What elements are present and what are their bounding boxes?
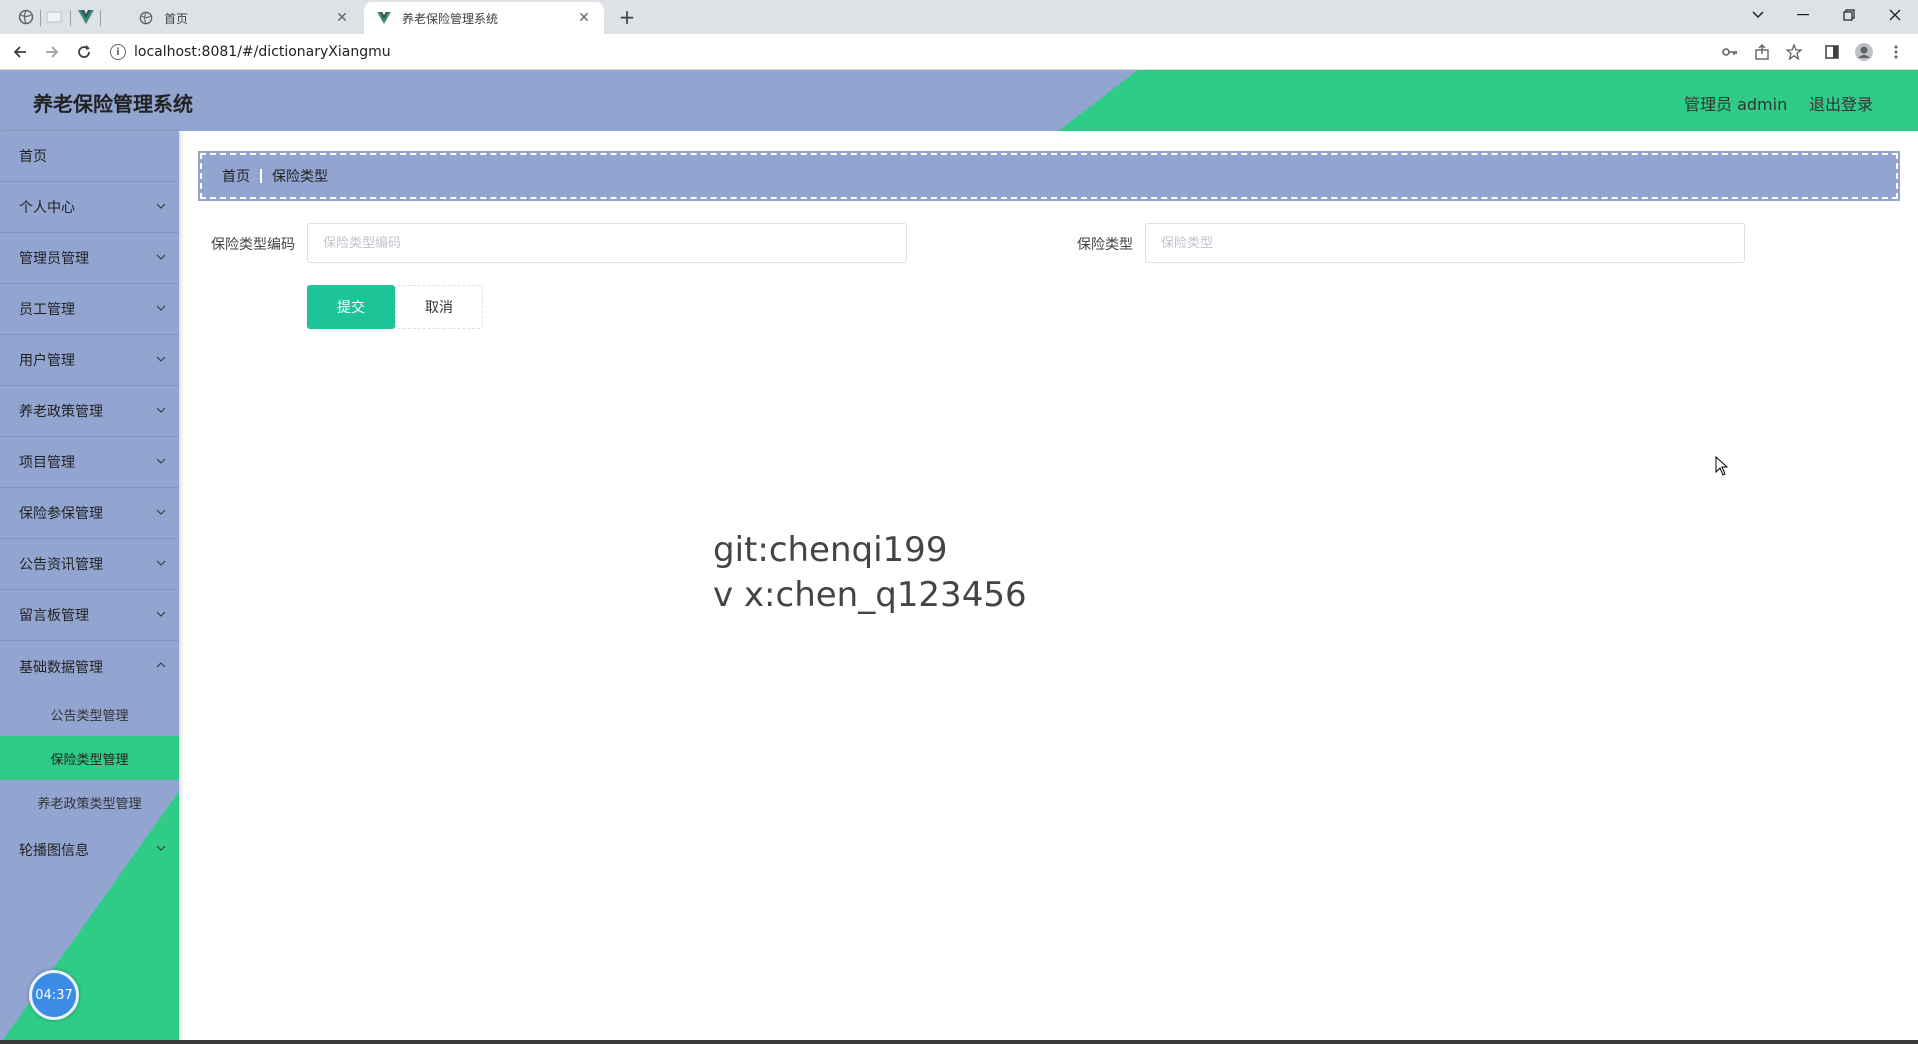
sidebar-item-label: 基础数据管理 — [19, 659, 103, 676]
sidebar-item-personal-center[interactable]: 个人中心 — [0, 182, 179, 233]
logout-link[interactable]: 退出登录 — [1809, 91, 1873, 115]
header-decoration — [1058, 70, 1918, 131]
url-text: localhost:8081/#/dictionaryXiangmu — [134, 44, 391, 60]
browser-toolbar: i localhost:8081/#/dictionaryXiangmu — [0, 34, 1918, 70]
back-arrow-icon[interactable] — [8, 40, 32, 64]
profile-avatar-icon[interactable] — [1854, 42, 1874, 62]
app-title: 养老保险管理系统 — [33, 92, 193, 116]
sidebar-item-message-board[interactable]: 留言板管理 — [0, 590, 179, 641]
clock-widget: 04:37 — [29, 970, 79, 1020]
taskbar-edge — [0, 1040, 1918, 1044]
sidebar-item-label: 轮播图信息 — [19, 842, 89, 859]
sidebar-item-insurance-enrollment[interactable]: 保险参保管理 — [0, 488, 179, 539]
side-panel-icon[interactable] — [1822, 42, 1842, 62]
reload-icon[interactable] — [72, 40, 96, 64]
sidebar-item-pension-policy[interactable]: 养老政策管理 — [0, 386, 179, 437]
sidebar-item-employee-management[interactable]: 员工管理 — [0, 284, 179, 335]
chevron-down-icon — [156, 356, 166, 362]
chevron-down-icon — [156, 560, 166, 566]
sidebar-item-base-data[interactable]: 基础数据管理 — [0, 641, 179, 692]
sidebar-item-label: 个人中心 — [19, 200, 75, 216]
cancel-button[interactable]: 取消 — [395, 285, 483, 329]
vue-icon — [376, 10, 392, 26]
tab-title: 首页 — [164, 11, 189, 26]
clock-time: 04:37 — [35, 987, 73, 1003]
bookmark-star-icon[interactable] — [1784, 42, 1804, 62]
breadcrumb-separator — [260, 169, 262, 183]
tab-app[interactable]: 养老保险管理系统 ✕ — [364, 2, 604, 34]
sidebar-item-home[interactable]: 首页 — [0, 131, 179, 182]
tab-title: 养老保险管理系统 — [402, 11, 499, 26]
browser-tab-bar: 首页 ✕ 养老保险管理系统 ✕ + — [0, 0, 1918, 34]
chevron-down-icon — [156, 407, 166, 413]
sidebar-item-label: 首页 — [19, 149, 47, 165]
pinned-tab-blank-icon[interactable] — [44, 7, 64, 27]
sidebar: 首页 个人中心 管理员管理 员工管理 用户管理 养老政策管理 项目管理 保险参保… — [0, 131, 179, 1044]
sidebar-item-label: 公告资讯管理 — [19, 557, 103, 573]
app-header: 养老保险管理系统 管理员 admin 退出登录 — [0, 70, 1918, 131]
watermark-line-1: git:chenqi199 — [713, 530, 948, 570]
close-tab-icon[interactable]: ✕ — [334, 10, 350, 26]
chevron-down-icon — [156, 305, 166, 311]
breadcrumb: 首页 保险类型 — [198, 151, 1900, 201]
insurance-type-input[interactable] — [1145, 223, 1745, 263]
chevron-up-icon — [156, 662, 166, 668]
sidebar-item-carousel[interactable]: 轮播图信息 — [0, 824, 179, 875]
submenu-item-label: 公告类型管理 — [50, 708, 129, 724]
sidebar-item-admin-management[interactable]: 管理员管理 — [0, 233, 179, 284]
watermark-line-2: v x:chen_q123456 — [713, 575, 1027, 615]
globe-icon — [138, 10, 154, 26]
chevron-down-icon — [156, 203, 166, 209]
sidebar-item-label: 用户管理 — [19, 353, 75, 369]
chevron-down-icon — [156, 509, 166, 515]
watermark-text: git:chenqi199 v x:chen_q123456 — [713, 528, 1027, 618]
breadcrumb-home[interactable]: 首页 — [222, 166, 250, 186]
tab-search-chevron-icon[interactable] — [1735, 0, 1781, 30]
insurance-type-label: 保险类型 — [1077, 237, 1133, 253]
key-icon[interactable] — [1720, 42, 1740, 62]
submenu-item-insurance-type[interactable]: 保险类型管理 — [0, 736, 179, 780]
chevron-down-icon — [156, 458, 166, 464]
minimize-button[interactable] — [1780, 0, 1826, 30]
chevron-down-icon — [156, 845, 166, 851]
restore-button[interactable] — [1826, 0, 1872, 30]
sidebar-item-label: 保险参保管理 — [19, 506, 103, 522]
submenu-item-label: 养老政策类型管理 — [37, 796, 142, 812]
submit-button[interactable]: 提交 — [307, 285, 395, 329]
sidebar-item-project-management[interactable]: 项目管理 — [0, 437, 179, 488]
tab-home[interactable]: 首页 ✕ — [126, 2, 362, 34]
sidebar-item-label: 项目管理 — [19, 455, 75, 471]
sidebar-item-label: 养老政策管理 — [19, 404, 103, 420]
breadcrumb-current: 保险类型 — [272, 169, 328, 185]
sidebar-item-user-management[interactable]: 用户管理 — [0, 335, 179, 386]
submenu-item-policy-type[interactable]: 养老政策类型管理 — [0, 780, 179, 824]
forward-arrow-icon[interactable] — [40, 40, 64, 64]
sidebar-item-label: 员工管理 — [19, 302, 75, 318]
chevron-down-icon — [156, 611, 166, 617]
sidebar-item-label: 留言板管理 — [19, 608, 89, 624]
mouse-cursor-icon — [1715, 456, 1729, 476]
site-info-icon[interactable]: i — [110, 44, 126, 60]
browser-menu-icon[interactable] — [1886, 42, 1906, 62]
address-bar[interactable]: i localhost:8081/#/dictionaryXiangmu — [110, 37, 1850, 67]
current-user: 管理员 admin — [1684, 95, 1788, 114]
submenu-item-label: 保险类型管理 — [50, 752, 129, 768]
sidebar-item-label: 管理员管理 — [19, 251, 89, 267]
submenu-item-notice-type[interactable]: 公告类型管理 — [0, 692, 179, 736]
new-tab-button[interactable]: + — [614, 4, 640, 30]
insurance-code-label: 保险类型编码 — [211, 237, 295, 253]
insurance-code-input[interactable] — [307, 223, 907, 263]
pinned-tab-vue-icon[interactable] — [76, 7, 96, 27]
sidebar-item-announcements[interactable]: 公告资讯管理 — [0, 539, 179, 590]
pinned-tab-globe-icon[interactable] — [16, 7, 36, 27]
share-icon[interactable] — [1752, 42, 1772, 62]
chevron-down-icon — [156, 254, 166, 260]
close-tab-icon[interactable]: ✕ — [576, 10, 592, 26]
close-window-button[interactable] — [1872, 0, 1918, 30]
